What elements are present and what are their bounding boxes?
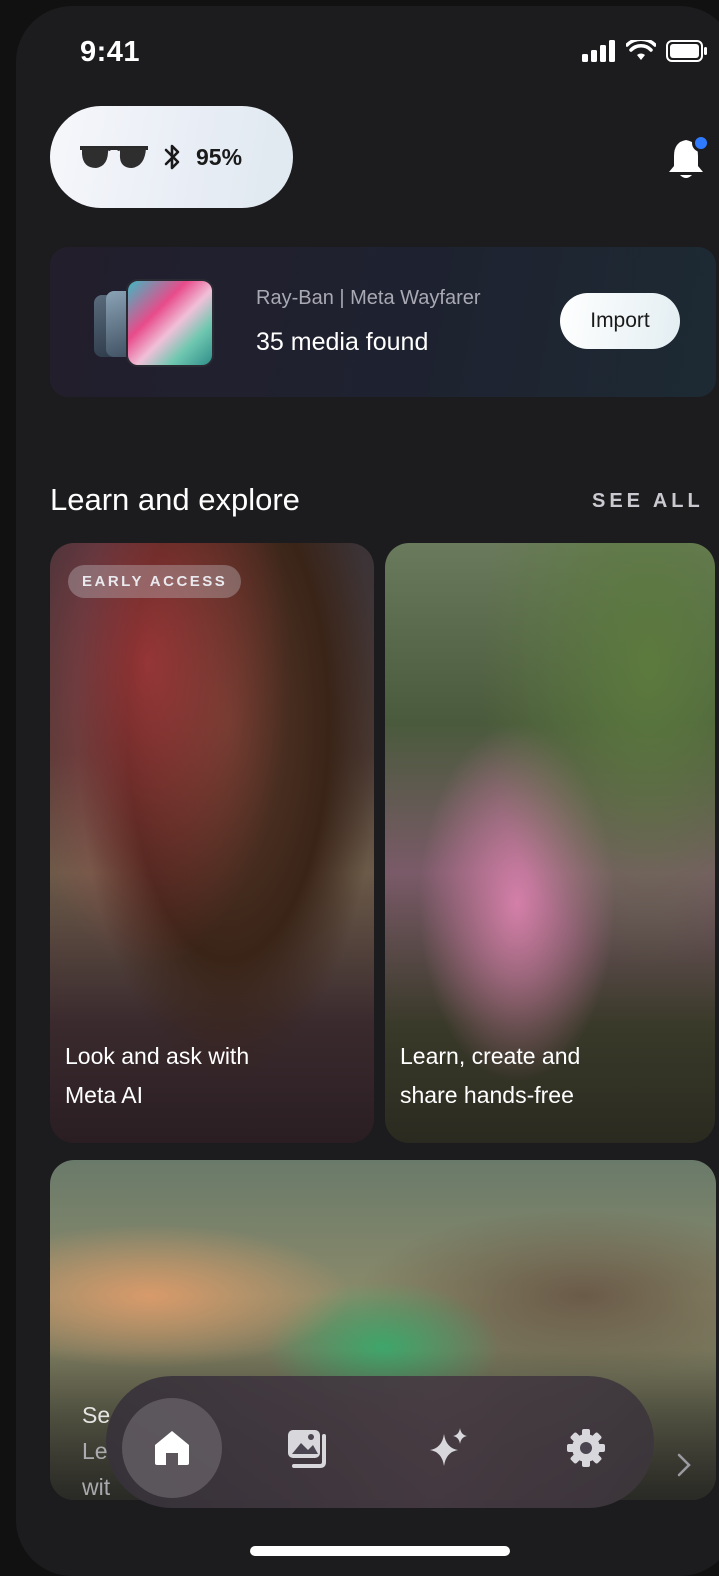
- media-thumbnail-preview: [126, 279, 214, 367]
- card-caption: Learn, create and share hands-free: [400, 1037, 680, 1115]
- battery-percentage: 95%: [196, 143, 243, 170]
- import-media-card[interactable]: Ray-Ban | Meta Wayfarer 35 media found I…: [50, 247, 716, 397]
- home-indicator[interactable]: [250, 1546, 510, 1556]
- card-caption-line: wit: [82, 1474, 111, 1500]
- card-caption-line: share hands-free: [400, 1082, 574, 1108]
- explore-card-meta-ai[interactable]: EARLY ACCESS Look and ask with Meta AI: [50, 543, 374, 1143]
- status-time: 9:41: [80, 36, 141, 68]
- media-found-count: 35 media found: [256, 328, 429, 356]
- notification-bell-icon[interactable]: [666, 134, 712, 182]
- nav-gallery-button[interactable]: [258, 1398, 358, 1498]
- early-access-badge: EARLY ACCESS: [68, 565, 242, 598]
- glasses-icon: [80, 146, 148, 168]
- section-title: Learn and explore: [50, 482, 300, 517]
- chevron-right-icon: [677, 1453, 691, 1477]
- gear-icon: [567, 1429, 605, 1467]
- nav-settings-button[interactable]: [536, 1398, 636, 1498]
- device-name: Ray-Ban | Meta Wayfarer: [256, 287, 481, 309]
- bluetooth-icon: [164, 144, 180, 170]
- gallery-icon: [288, 1430, 326, 1468]
- card-caption-line: Se: [82, 1402, 111, 1428]
- nav-meta-ai-button[interactable]: [398, 1398, 498, 1498]
- battery-icon: [666, 40, 707, 62]
- phone-screen: 9:41 95% Ray-Ban | Meta Wayfarer 35 medi…: [16, 6, 719, 1576]
- card-caption: Look and ask with Meta AI: [65, 1037, 345, 1115]
- import-button[interactable]: Import: [560, 293, 680, 349]
- nav-home-button[interactable]: [122, 1398, 222, 1498]
- device-status-pill[interactable]: 95%: [50, 106, 293, 208]
- home-icon: [155, 1431, 189, 1465]
- see-all-link[interactable]: SEE ALL: [592, 490, 704, 513]
- sparkle-icon: [430, 1428, 467, 1466]
- card-caption-line: Look and ask with: [65, 1043, 250, 1069]
- signal-icon: [582, 40, 615, 62]
- card-caption-line: Meta AI: [65, 1082, 143, 1108]
- status-icons: [582, 40, 708, 62]
- card-caption-line: Learn, create and: [400, 1043, 581, 1069]
- bottom-navigation-bar: [106, 1376, 654, 1508]
- explore-card-hands-free[interactable]: Learn, create and share hands-free: [385, 543, 715, 1143]
- wifi-icon: [626, 40, 656, 60]
